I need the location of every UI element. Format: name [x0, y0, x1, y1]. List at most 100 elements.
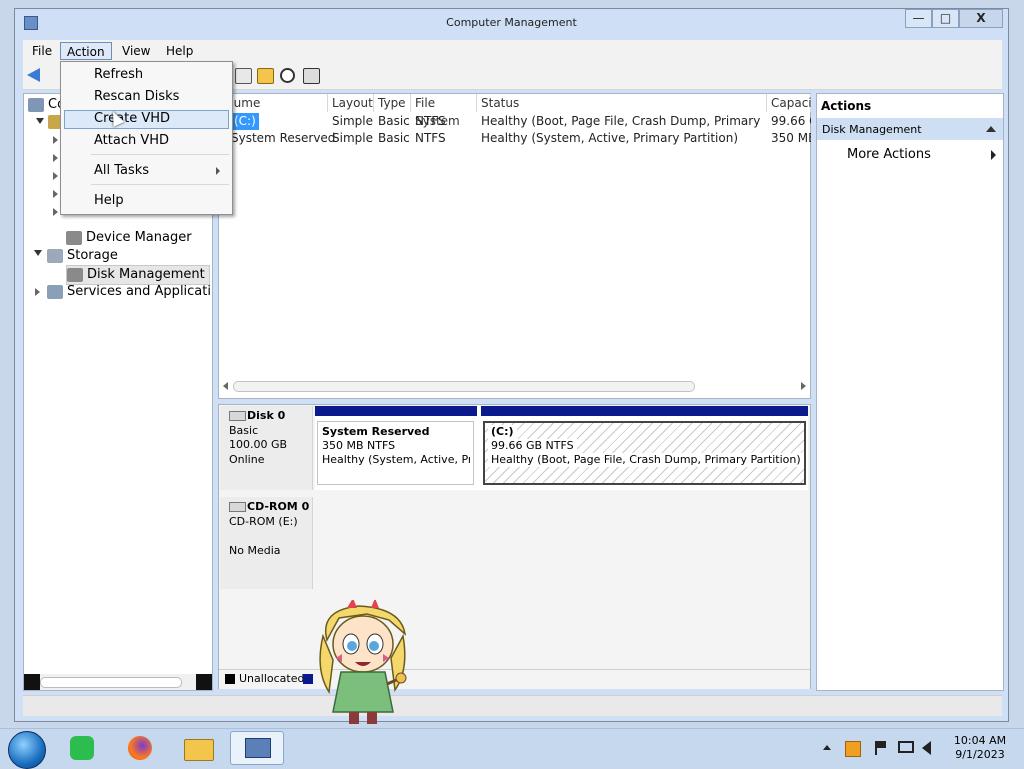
tree-storage-label: Storage — [67, 248, 118, 263]
collapse-arrow-icon[interactable] — [36, 118, 44, 124]
volume-list-pane: olume Layout Type File System Status Cap… — [218, 93, 812, 399]
table-row[interactable]: (C:) Simple Basic NTFS Healthy (Boot, Pa… — [219, 113, 811, 130]
expand-arrow-icon[interactable] — [53, 172, 58, 180]
show-hidden-icons-icon[interactable] — [823, 745, 831, 750]
unallocated-swatch — [225, 674, 235, 684]
more-actions-item[interactable]: More Actions — [847, 147, 931, 162]
collapse-arrow-icon[interactable] — [34, 250, 42, 256]
menu-refresh[interactable]: Refresh — [94, 65, 143, 85]
cd-drive-icon — [229, 502, 246, 512]
taskbar-app-notes[interactable] — [58, 731, 108, 765]
open-folder-icon[interactable] — [257, 68, 274, 84]
scroll-left-arrow-icon[interactable] — [223, 382, 228, 390]
cell-layout: Simple — [332, 114, 373, 128]
search-icon[interactable] — [280, 68, 295, 83]
clock[interactable]: 10:04 AM 9/1/2023 — [944, 734, 1016, 762]
services-icon — [47, 285, 63, 299]
flag-shape — [877, 741, 886, 748]
tray-app-icon[interactable] — [845, 741, 861, 757]
back-arrow-icon[interactable] — [27, 68, 40, 82]
taskbar-app-explorer[interactable] — [174, 731, 224, 765]
tree-storage[interactable]: Storage — [47, 247, 118, 265]
scroll-right-arrow-icon[interactable] — [801, 382, 806, 390]
column-layout[interactable]: Layout — [328, 94, 374, 112]
submenu-arrow-icon — [991, 150, 996, 160]
device-manager-icon — [66, 231, 82, 245]
minimize-button[interactable]: — — [905, 9, 932, 28]
cell-status: Healthy (System, Active, Primary Partiti… — [481, 131, 739, 145]
maximize-button[interactable]: □ — [932, 9, 959, 28]
table-row[interactable]: System Reserved Simple Basic NTFS Health… — [219, 130, 811, 147]
close-button[interactable]: X — [959, 9, 1003, 28]
mascot-illustration — [309, 598, 411, 728]
column-volume[interactable]: olume — [219, 94, 328, 112]
partition-size: 350 MB NTFS — [322, 439, 396, 452]
disk0-state: Online — [229, 453, 265, 466]
actions-section-label: Disk Management — [822, 123, 922, 136]
disk0-info[interactable]: Disk 0 Basic 100.00 GB Online — [220, 406, 313, 490]
column-status[interactable]: Status — [477, 94, 767, 112]
cdrom0-info[interactable]: CD-ROM 0 CD-ROM (E:) No Media — [220, 497, 313, 589]
column-capacity[interactable]: Capaci — [767, 94, 812, 112]
menu-help-item[interactable]: Help — [94, 191, 124, 211]
tree-services-applications[interactable]: Services and Applications — [47, 283, 211, 301]
disk0-type: Basic — [229, 424, 259, 437]
collapse-up-icon[interactable] — [986, 126, 996, 132]
network-icon[interactable] — [898, 741, 914, 753]
menu-view[interactable]: View — [116, 42, 156, 60]
taskbar: 10:04 AM 9/1/2023 — [0, 728, 1024, 769]
disk0-size: 100.00 GB — [229, 438, 288, 451]
scrollbar-thumb[interactable] — [233, 381, 695, 392]
properties-icon[interactable] — [235, 68, 252, 84]
expand-arrow-icon[interactable] — [53, 136, 58, 144]
menu-separator — [91, 184, 229, 185]
menu-create-vhd[interactable]: Create VHD — [94, 109, 170, 129]
menu-attach-vhd[interactable]: Attach VHD — [94, 131, 169, 151]
menu-file[interactable]: File — [26, 42, 58, 60]
actions-header: Actions — [821, 99, 872, 113]
legend-unallocated: Unallocated — [239, 672, 305, 685]
scroll-left-button[interactable] — [24, 674, 40, 690]
volume-icon[interactable] — [922, 741, 931, 755]
storage-icon — [47, 249, 63, 263]
submenu-arrow-icon — [216, 167, 220, 175]
tree-horizontal-scrollbar[interactable] — [24, 674, 212, 690]
action-center-flag-icon[interactable] — [875, 741, 889, 755]
expand-arrow-icon[interactable] — [35, 288, 40, 296]
start-button[interactable] — [8, 731, 46, 769]
column-file-system[interactable]: File System — [411, 94, 477, 128]
firefox-icon — [128, 736, 152, 760]
settings-grid-icon[interactable] — [303, 68, 320, 84]
expand-arrow-icon[interactable] — [53, 190, 58, 198]
menu-help[interactable]: Help — [160, 42, 199, 60]
clock-time: 10:04 AM — [953, 734, 1007, 747]
expand-arrow-icon[interactable] — [53, 154, 58, 162]
tree-disk-management[interactable]: Disk Management — [66, 265, 210, 285]
partition-size: 99.66 GB NTFS — [488, 439, 577, 453]
computer-management-icon — [245, 738, 271, 758]
actions-section-disk-management[interactable]: Disk Management — [817, 118, 1003, 140]
cell-volume: System Reserved — [231, 131, 336, 145]
scroll-right-button[interactable] — [196, 674, 212, 690]
column-type[interactable]: Type — [374, 94, 411, 112]
menu-action[interactable]: Action — [60, 42, 112, 60]
partition-system-reserved[interactable]: System Reserved 350 MB NTFS Healthy (Sys… — [317, 421, 474, 485]
volume-list-scrollbar[interactable] — [223, 380, 807, 392]
partition-c-selected[interactable]: (C:) 99.66 GB NTFS Healthy (Boot, Page F… — [483, 421, 806, 485]
taskbar-app-firefox[interactable] — [116, 731, 166, 765]
disk0-partitions: System Reserved 350 MB NTFS Healthy (Sys… — [315, 406, 808, 490]
cell-volume: (C:) — [231, 113, 259, 130]
cdrom0-media: No Media — [229, 544, 281, 557]
cdrom0-name: CD-ROM 0 — [247, 500, 310, 513]
status-bar — [23, 695, 1002, 716]
scrollbar-thumb[interactable] — [40, 677, 182, 688]
menu-all-tasks[interactable]: All Tasks — [94, 161, 149, 181]
cell-type: Basic — [378, 131, 410, 145]
tree-disk-management-label: Disk Management — [87, 267, 205, 282]
expand-arrow-icon[interactable] — [53, 208, 58, 216]
cell-type: Basic — [378, 114, 410, 128]
tree-device-manager[interactable]: Device Manager — [66, 229, 192, 247]
menu-rescan-disks[interactable]: Rescan Disks — [94, 87, 179, 107]
taskbar-app-computer-management[interactable] — [230, 731, 284, 765]
menu-separator — [91, 154, 229, 155]
